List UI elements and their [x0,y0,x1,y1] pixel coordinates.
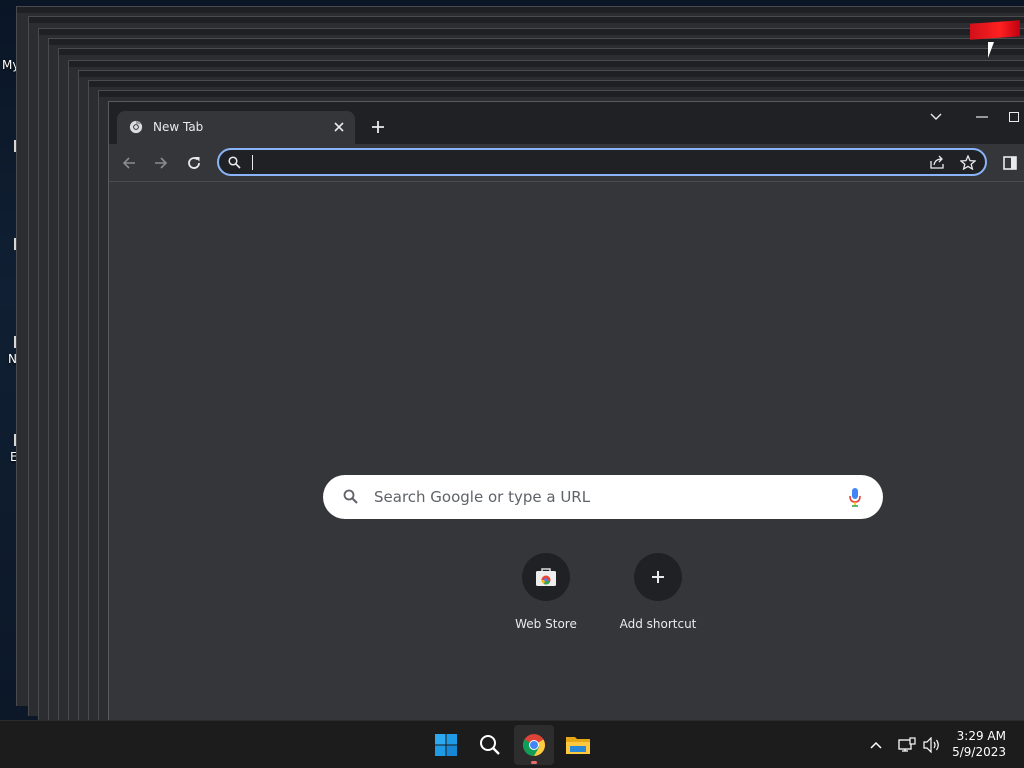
webstore-icon [536,568,556,586]
plus-icon [372,121,384,133]
chevron-down-icon [930,113,942,120]
folder-icon [566,737,590,754]
active-indicator [531,761,537,764]
reload-icon [188,157,200,169]
chrome-window: New Tab Search Google or type a URL Web … [108,101,1024,720]
side-panel-button[interactable] [998,151,1022,175]
taskbar-search-button[interactable] [470,725,510,765]
text-caret [252,155,253,170]
browser-toolbar [109,144,1024,182]
arrow-right-icon [155,157,168,169]
tab-new-tab[interactable]: New Tab [117,111,355,144]
search-icon [343,489,358,504]
clock[interactable]: 3:29 AM 5/9/2023 [952,728,1006,760]
omnibox[interactable] [217,148,987,176]
windows-logo-icon [435,734,457,756]
taskbar: 3:29 AM 5/9/2023 [0,720,1024,768]
clock-date: 5/9/2023 [952,745,1006,759]
clock-time: 3:29 AM [956,729,1006,743]
forward-button[interactable] [149,151,173,175]
ntp-search-box[interactable]: Search Google or type a URL [323,475,883,519]
network-button[interactable] [896,734,918,756]
search-icon [480,735,500,755]
chrome-favicon-icon [129,120,143,134]
shortcut-tile [634,553,682,601]
shortcut-web-store[interactable]: Web Store [490,553,602,643]
tab-close-button[interactable] [329,117,349,137]
microphone-icon[interactable] [849,487,861,507]
speaker-icon [923,737,939,753]
minimize-icon [976,116,988,118]
arrow-left-icon [122,157,135,169]
start-button[interactable] [426,725,466,765]
reload-button[interactable] [182,151,206,175]
shortcut-label: Add shortcut [619,617,697,631]
tab-strip: New Tab [109,102,1024,144]
minimize-button[interactable] [967,106,997,128]
taskbar-chrome[interactable] [514,725,554,765]
mouse-cursor [988,42,994,58]
shortcut-tile [522,553,570,601]
search-icon [228,156,241,169]
shortcut-add-shortcut[interactable]: Add shortcut [602,553,714,643]
back-button[interactable] [117,151,141,175]
volume-button[interactable] [921,734,943,756]
network-icon [898,737,916,752]
omnibox-input[interactable] [249,153,889,171]
taskbar-file-explorer[interactable] [558,725,598,765]
new-tab-button[interactable] [366,115,390,139]
plus-icon [652,571,664,583]
tab-search-button[interactable] [921,106,951,128]
side-panel-icon [1003,156,1017,170]
chrome-icon [523,734,545,756]
chevron-up-icon [870,741,882,749]
ntp-search-placeholder: Search Google or type a URL [374,488,591,506]
shortcut-label: Web Store [515,617,577,631]
bookmark-star-icon[interactable] [960,155,976,170]
tab-title: New Tab [153,120,204,134]
close-icon [334,122,344,132]
maximize-icon [1009,112,1019,122]
show-hidden-icons-button[interactable] [865,734,887,756]
share-icon[interactable] [929,155,945,170]
maximize-button[interactable] [1007,106,1021,128]
